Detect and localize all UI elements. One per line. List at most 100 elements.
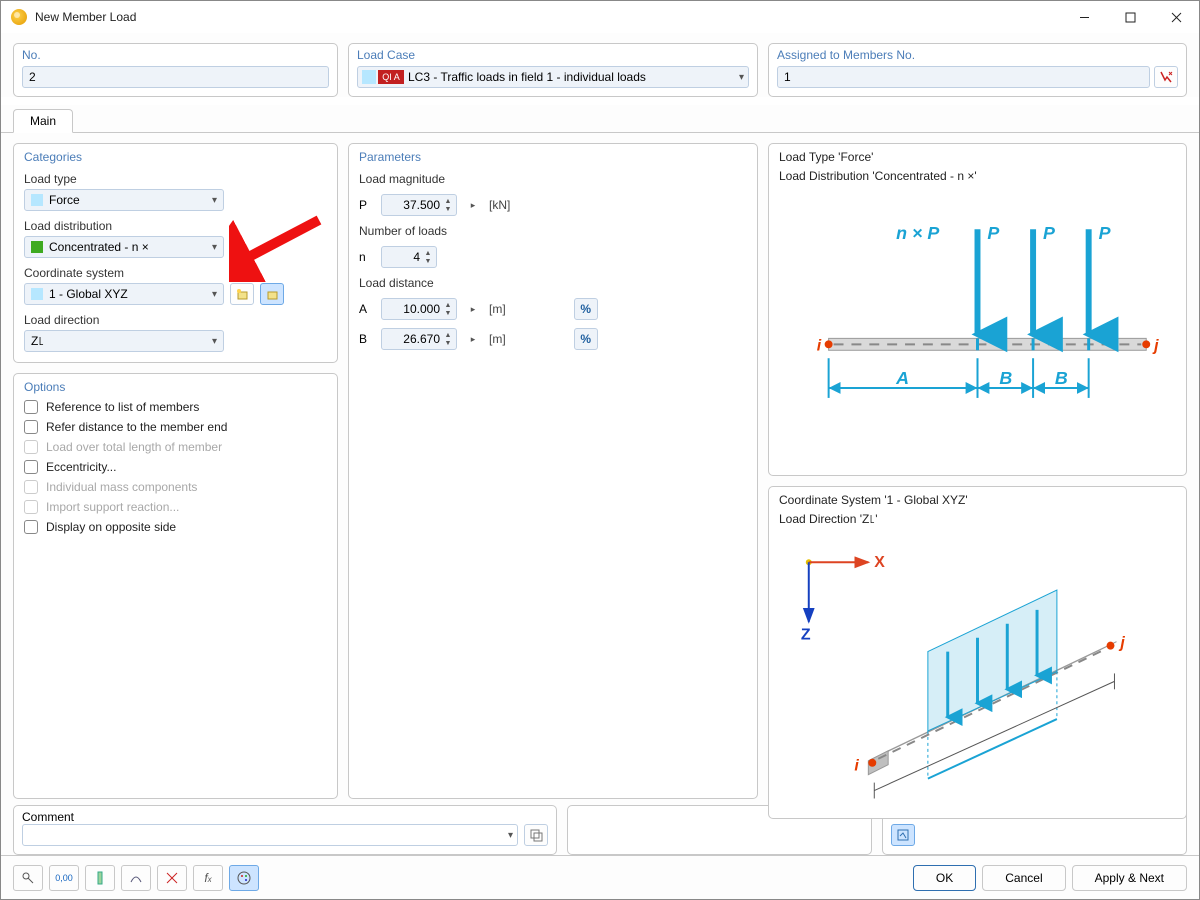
chevron-down-icon: ▾ xyxy=(508,830,513,841)
load-diagram: i j n × P P P P xyxy=(779,188,1176,469)
close-button[interactable] xyxy=(1153,1,1199,33)
mag-input[interactable]: 37.500▲▼ xyxy=(381,194,457,216)
num-symbol: n xyxy=(359,250,373,264)
coord-swatch-icon xyxy=(31,288,43,300)
option-label: Eccentricity... xyxy=(46,460,116,474)
option-5: Import support reaction... xyxy=(24,500,327,514)
dist-label: Load distance xyxy=(359,276,747,290)
svg-text:n × P: n × P xyxy=(896,223,939,243)
spin-up-icon[interactable]: ▲ xyxy=(422,249,434,257)
spin-up-icon[interactable]: ▲ xyxy=(442,331,454,339)
apply-next-button[interactable]: Apply & Next xyxy=(1072,865,1187,891)
no-label: No. xyxy=(22,48,329,62)
footer: 0,00 fx OK Cancel Apply & Next xyxy=(1,855,1199,899)
spin-down-icon[interactable]: ▼ xyxy=(442,309,454,317)
svg-text:j: j xyxy=(1118,635,1125,652)
coord-dropdown[interactable]: 1 - Global XYZ ▾ xyxy=(24,283,224,305)
dist-row-b: B26.670▲▼▸[m]% xyxy=(359,328,747,350)
svg-text:P: P xyxy=(987,223,999,243)
svg-text:i: i xyxy=(854,758,859,775)
checkbox-icon xyxy=(24,480,38,494)
checkbox-icon xyxy=(24,420,38,434)
mag-symbol: P xyxy=(359,198,373,212)
svg-text:X: X xyxy=(874,554,885,571)
pick-members-button[interactable] xyxy=(1154,66,1178,88)
edit-coord-button[interactable] xyxy=(260,283,284,305)
dist-unit: [m] xyxy=(489,302,506,316)
loadtype-dropdown[interactable]: Force ▾ xyxy=(24,189,224,211)
comment-input[interactable]: ▾ xyxy=(22,824,518,846)
comment-label: Comment xyxy=(22,810,548,824)
svg-text:A: A xyxy=(895,368,909,388)
comment-box: Comment ▾ xyxy=(13,805,557,855)
option-1[interactable]: Refer distance to the member end xyxy=(24,420,327,434)
minimize-button[interactable] xyxy=(1061,1,1107,33)
loadcase-label: Load Case xyxy=(357,48,749,62)
svg-text:B: B xyxy=(1055,368,1068,388)
svg-text:B: B xyxy=(999,368,1012,388)
dist-input-a[interactable]: 10.000▲▼ xyxy=(381,298,457,320)
mag-label: Load magnitude xyxy=(359,172,747,186)
dir-dropdown[interactable]: Z꜖ ▾ xyxy=(24,330,224,352)
new-coord-button[interactable] xyxy=(230,283,254,305)
preview-bottom: Coordinate System '1 - Global XYZ' Load … xyxy=(768,486,1187,819)
tool-view-button[interactable] xyxy=(121,865,151,891)
spin-down-icon[interactable]: ▼ xyxy=(442,205,454,213)
tab-main[interactable]: Main xyxy=(13,109,73,133)
ok-button[interactable]: OK xyxy=(913,865,976,891)
percent-button-b[interactable]: % xyxy=(574,328,598,350)
assigned-box: Assigned to Members No. xyxy=(768,43,1187,97)
step-button[interactable]: ▸ xyxy=(465,194,481,216)
coord-label: Coordinate system xyxy=(24,266,327,280)
tool-palette-button[interactable] xyxy=(229,865,259,891)
spin-down-icon[interactable]: ▼ xyxy=(422,257,434,265)
preview2-line1: Coordinate System '1 - Global XYZ' xyxy=(779,493,1176,508)
preview-top: Load Type 'Force' Load Distribution 'Con… xyxy=(768,143,1187,476)
dist-symbol: B xyxy=(359,332,373,346)
preview-toggle-button[interactable] xyxy=(891,824,915,846)
loaddist-dropdown[interactable]: Concentrated - n × ▾ xyxy=(24,236,224,258)
svg-text:Z: Z xyxy=(801,627,811,644)
dialog-window: New Member Load No. Load Case QI A LC3 -… xyxy=(0,0,1200,900)
tool-member-button[interactable] xyxy=(85,865,115,891)
option-0[interactable]: Reference to list of members xyxy=(24,400,327,414)
comment-copy-button[interactable] xyxy=(524,824,548,846)
chevron-down-icon: ▾ xyxy=(212,195,217,206)
window-title: New Member Load xyxy=(35,10,1061,24)
option-6[interactable]: Display on opposite side xyxy=(24,520,327,534)
axis-diagram: X Z i j xyxy=(779,531,1176,812)
maximize-button[interactable] xyxy=(1107,1,1153,33)
preview2-line2: Load Direction 'Z꜖' xyxy=(779,512,1176,527)
parameters-panel: Parameters Load magnitude P 37.500▲▼ ▸ [… xyxy=(348,143,758,799)
percent-button-a[interactable]: % xyxy=(574,298,598,320)
option-label: Display on opposite side xyxy=(46,520,176,534)
tool-delete-button[interactable] xyxy=(157,865,187,891)
spin-up-icon[interactable]: ▲ xyxy=(442,197,454,205)
assigned-input[interactable] xyxy=(777,66,1150,88)
svg-text:P: P xyxy=(1099,223,1111,243)
tool-key-button[interactable] xyxy=(13,865,43,891)
checkbox-icon xyxy=(24,460,38,474)
dist-symbol: A xyxy=(359,302,373,316)
tool-units-button[interactable]: 0,00 xyxy=(49,865,79,891)
dist-input-b[interactable]: 26.670▲▼ xyxy=(381,328,457,350)
checkbox-icon xyxy=(24,440,38,454)
tool-fx-button[interactable]: fx xyxy=(193,865,223,891)
loaddist-swatch-icon xyxy=(31,241,43,253)
step-button[interactable]: ▸ xyxy=(465,328,481,350)
num-input[interactable]: 4▲▼ xyxy=(381,246,437,268)
body: Categories Load type Force ▾ Load distri… xyxy=(1,133,1199,799)
option-4: Individual mass components xyxy=(24,480,327,494)
loadcase-value: LC3 - Traffic loads in field 1 - individ… xyxy=(408,70,646,84)
spin-up-icon[interactable]: ▲ xyxy=(442,301,454,309)
spin-down-icon[interactable]: ▼ xyxy=(442,339,454,347)
parameters-title: Parameters xyxy=(359,150,747,164)
step-button[interactable]: ▸ xyxy=(465,298,481,320)
mag-unit: [kN] xyxy=(489,198,510,212)
option-3[interactable]: Eccentricity... xyxy=(24,460,327,474)
preview1-line1: Load Type 'Force' xyxy=(779,150,1176,165)
no-input[interactable] xyxy=(22,66,329,88)
loadcase-dropdown[interactable]: QI A LC3 - Traffic loads in field 1 - in… xyxy=(357,66,749,88)
svg-text:j: j xyxy=(1152,337,1159,354)
cancel-button[interactable]: Cancel xyxy=(982,865,1065,891)
